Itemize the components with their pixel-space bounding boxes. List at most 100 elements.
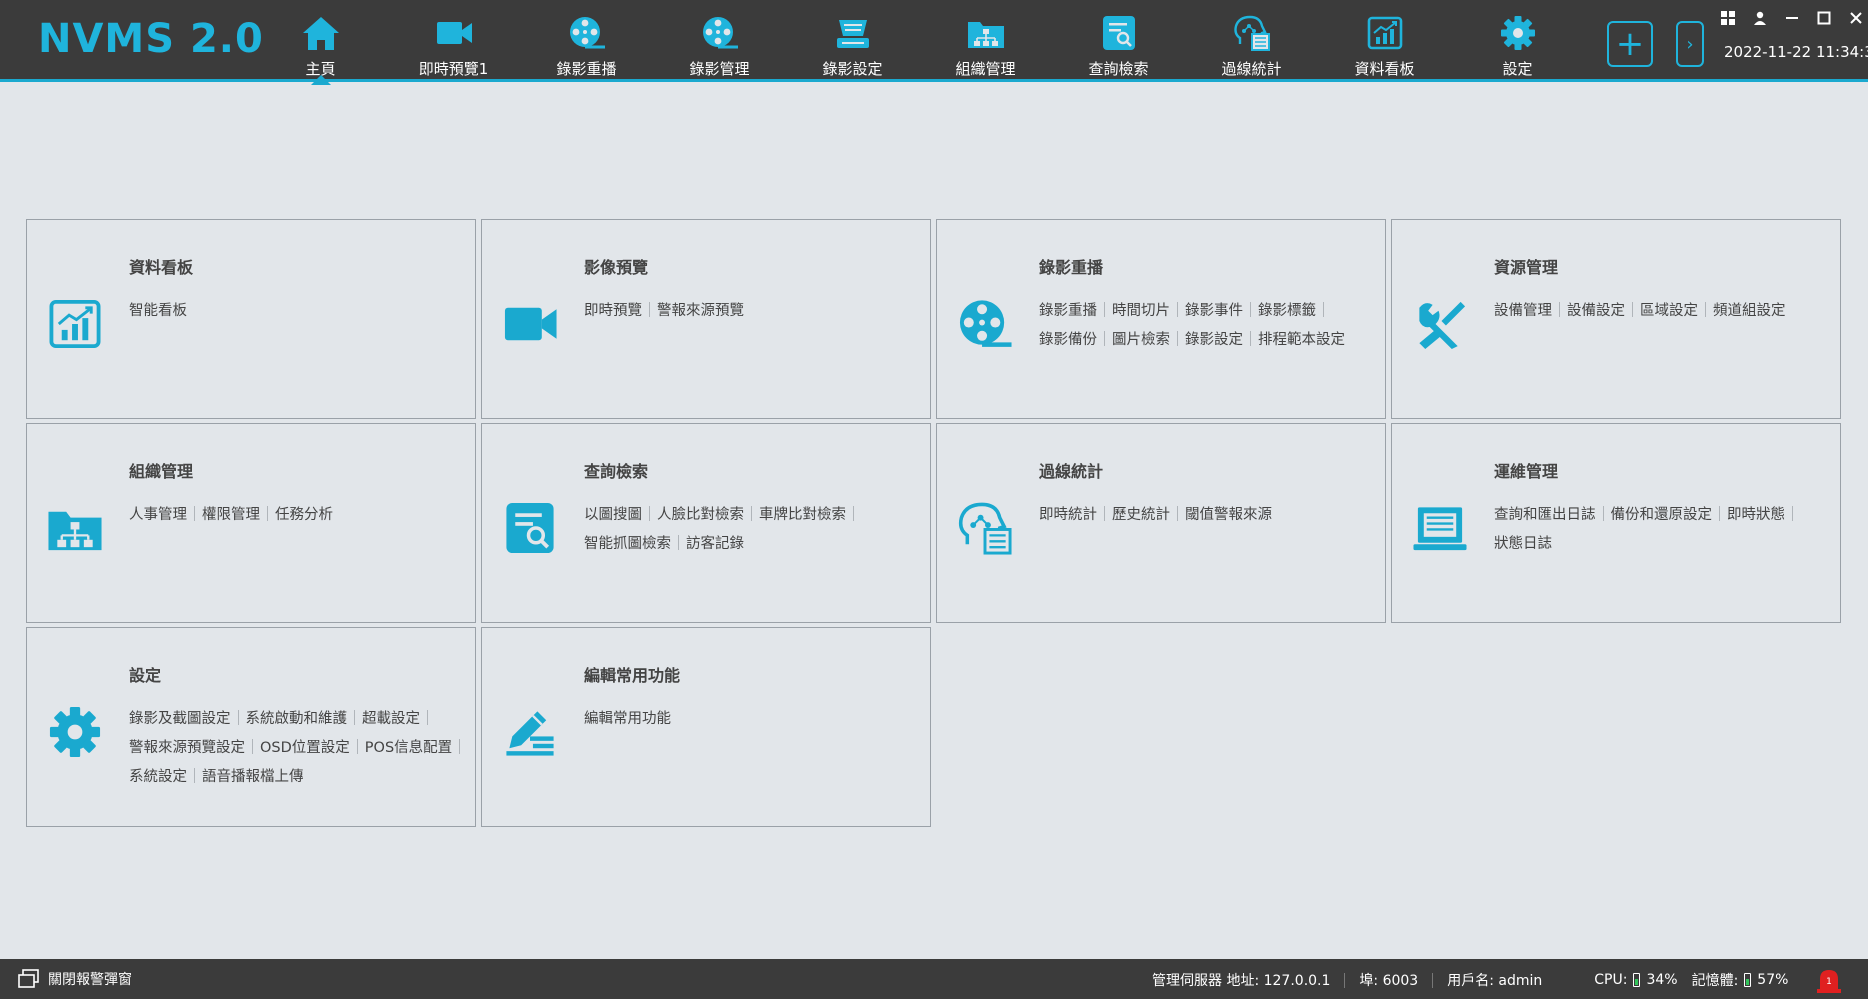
alarm-bell-icon[interactable]: 1 xyxy=(1815,965,1843,995)
card-link[interactable]: 人臉比對檢索 xyxy=(657,507,744,523)
card-link[interactable]: 備份和還原設定 xyxy=(1611,507,1713,523)
minimize-icon[interactable] xyxy=(1782,8,1802,28)
card-link[interactable]: 錄影設定 xyxy=(1185,332,1243,348)
card-link[interactable]: 閾值警報來源 xyxy=(1185,507,1272,523)
windows-icon xyxy=(18,969,39,988)
close-icon[interactable] xyxy=(1846,8,1866,28)
card-link[interactable]: 任務分析 xyxy=(275,507,333,523)
card-link[interactable]: 以圖搜圖 xyxy=(584,507,642,523)
card-link[interactable]: 錄影重播 xyxy=(1039,303,1097,319)
card-title: 編輯常用功能 xyxy=(584,666,681,685)
card-links: 錄影及截圖設定 系統啟動和維護 超載設定警報來源預覽設定 OSD位置設定 POS信息配置… xyxy=(129,705,469,792)
nav-item-9[interactable]: 設定 xyxy=(1451,0,1584,82)
card-title: 查詢檢索 xyxy=(584,462,649,481)
nav-item-3[interactable]: 錄影管理 xyxy=(653,0,786,82)
add-button[interactable]: + xyxy=(1607,21,1653,67)
link-divider xyxy=(237,710,239,725)
nav-item-7[interactable]: 過線統計 xyxy=(1185,0,1318,82)
nav-item-4[interactable]: 錄影設定 xyxy=(786,0,919,82)
card-link[interactable]: 權限管理 xyxy=(202,507,260,523)
home-icon xyxy=(301,14,341,56)
card-link[interactable]: 人事管理 xyxy=(129,507,187,523)
cpu-gauge-icon xyxy=(1633,973,1641,987)
username: 用戶名: admin xyxy=(1447,973,1543,989)
card-link[interactable]: 系統設定 xyxy=(129,769,187,785)
card-link[interactable]: OSD位置設定 xyxy=(260,740,350,756)
card-link[interactable]: 即時預覽 xyxy=(584,303,642,319)
card-link[interactable]: 設備管理 xyxy=(1494,303,1552,319)
card-link[interactable]: 系統啟動和維護 xyxy=(246,711,348,727)
card-title: 資源管理 xyxy=(1494,258,1559,277)
card-link[interactable]: 智能抓圖檢索 xyxy=(584,536,671,552)
maximize-icon[interactable] xyxy=(1814,8,1834,28)
close-alarm-popup-button[interactable]: 關閉報警彈窗 xyxy=(18,969,132,989)
link-divider xyxy=(1104,506,1105,521)
clock: 2022-11-22 11:34:31 xyxy=(1724,43,1868,61)
card-links: 即時統計 歷史統計 閾值警報來源 xyxy=(1039,501,1379,530)
card-link[interactable]: 警報來源預覽 xyxy=(657,303,744,319)
nav-label: 錄影重播 xyxy=(556,60,617,78)
feature-grid: 資料看板 智能看板 影像預覽 即時預覽 警報來源預覽 錄影重播 錄影重播 時間切片 錄影事件 錄影… xyxy=(26,219,1841,827)
grid-icon[interactable] xyxy=(1718,8,1738,28)
card-link[interactable]: 編輯常用功能 xyxy=(584,711,671,727)
card-link[interactable]: 即時狀態 xyxy=(1727,507,1785,523)
link-divider xyxy=(1177,302,1178,317)
server-port: 埠: 6003 xyxy=(1359,973,1419,989)
nav-label: 錄影設定 xyxy=(822,60,883,78)
nav-label: 設定 xyxy=(1502,60,1533,78)
main-nav: 主頁 即時預覽1 錄影重播 錄影管理 錄影設定 組織管理 查詢檢索 過線統計 資料看板 設定 xyxy=(254,0,1584,85)
gear-icon xyxy=(45,704,105,760)
link-divider xyxy=(678,535,679,550)
nav-item-8[interactable]: 資料看板 xyxy=(1318,0,1451,82)
card-link[interactable]: 區域設定 xyxy=(1640,303,1698,319)
link-divider xyxy=(649,302,650,317)
nav-label: 主頁 xyxy=(305,60,336,78)
next-page-button[interactable]: › xyxy=(1676,21,1704,67)
nav-label: 查詢檢索 xyxy=(1088,60,1149,78)
nav-item-2[interactable]: 錄影重播 xyxy=(520,0,653,82)
nav-label: 錄影管理 xyxy=(689,60,750,78)
card-link[interactable]: 訪客記錄 xyxy=(686,536,744,552)
head-stats-icon xyxy=(955,500,1015,556)
card-link[interactable]: 警報來源預覽設定 xyxy=(129,740,245,756)
card-link[interactable]: 錄影及截圖設定 xyxy=(129,711,231,727)
card-link[interactable]: 智能看板 xyxy=(129,303,187,319)
card-link[interactable]: 設備設定 xyxy=(1567,303,1625,319)
dashboard-chart-icon xyxy=(45,296,105,352)
card-link[interactable]: 錄影標籤 xyxy=(1258,303,1316,319)
card-links: 以圖搜圖 人臉比對檢索 車牌比對檢索智能抓圖檢索 訪客記錄 xyxy=(584,501,924,559)
link-divider xyxy=(1104,302,1105,317)
card-link[interactable]: 歷史統計 xyxy=(1112,507,1170,523)
system-status: 管理伺服器 地址: 127.0.0.1 埠: 6003 用戶名: admin C… xyxy=(1152,970,1788,990)
card-link[interactable]: 即時統計 xyxy=(1039,507,1097,523)
link-divider xyxy=(194,506,195,521)
video-camera-icon xyxy=(500,296,560,352)
card-link[interactable]: 語音播報檔上傳 xyxy=(202,769,304,785)
card-links: 智能看板 xyxy=(129,297,469,326)
card-link[interactable]: 錄影備份 xyxy=(1039,332,1097,348)
card-link[interactable]: 查詢和匯出日誌 xyxy=(1494,507,1596,523)
card-link[interactable]: 時間切片 xyxy=(1112,303,1170,319)
card-link[interactable]: 圖片檢索 xyxy=(1112,332,1170,348)
nav-label: 過線統計 xyxy=(1221,60,1282,78)
memory-label: 記憶體: xyxy=(1691,973,1739,989)
nav-item-0[interactable]: 主頁 xyxy=(254,0,387,85)
nav-item-5[interactable]: 組織管理 xyxy=(919,0,1052,82)
alarm-count: 1 xyxy=(1826,977,1832,987)
link-divider xyxy=(252,739,253,754)
card-link[interactable]: 車牌比對檢索 xyxy=(759,507,846,523)
nav-item-1[interactable]: 即時預覽1 xyxy=(387,0,520,82)
user-icon[interactable] xyxy=(1750,8,1770,28)
card-link[interactable]: POS信息配置 xyxy=(365,740,452,756)
card-link[interactable]: 超載設定 xyxy=(362,711,420,727)
divider xyxy=(1344,972,1346,988)
card-link[interactable]: 錄影事件 xyxy=(1185,303,1243,319)
card-title: 資料看板 xyxy=(129,258,194,277)
card-link[interactable]: 頻道組設定 xyxy=(1713,303,1786,319)
card-link[interactable]: 狀態日誌 xyxy=(1494,536,1552,552)
card-link[interactable]: 排程範本設定 xyxy=(1258,332,1345,348)
nav-label: 資料看板 xyxy=(1354,60,1415,78)
feature-card: 過線統計 即時統計 歷史統計 閾值警報來源 xyxy=(936,423,1386,623)
link-divider xyxy=(1250,331,1251,346)
nav-item-6[interactable]: 查詢檢索 xyxy=(1052,0,1185,82)
